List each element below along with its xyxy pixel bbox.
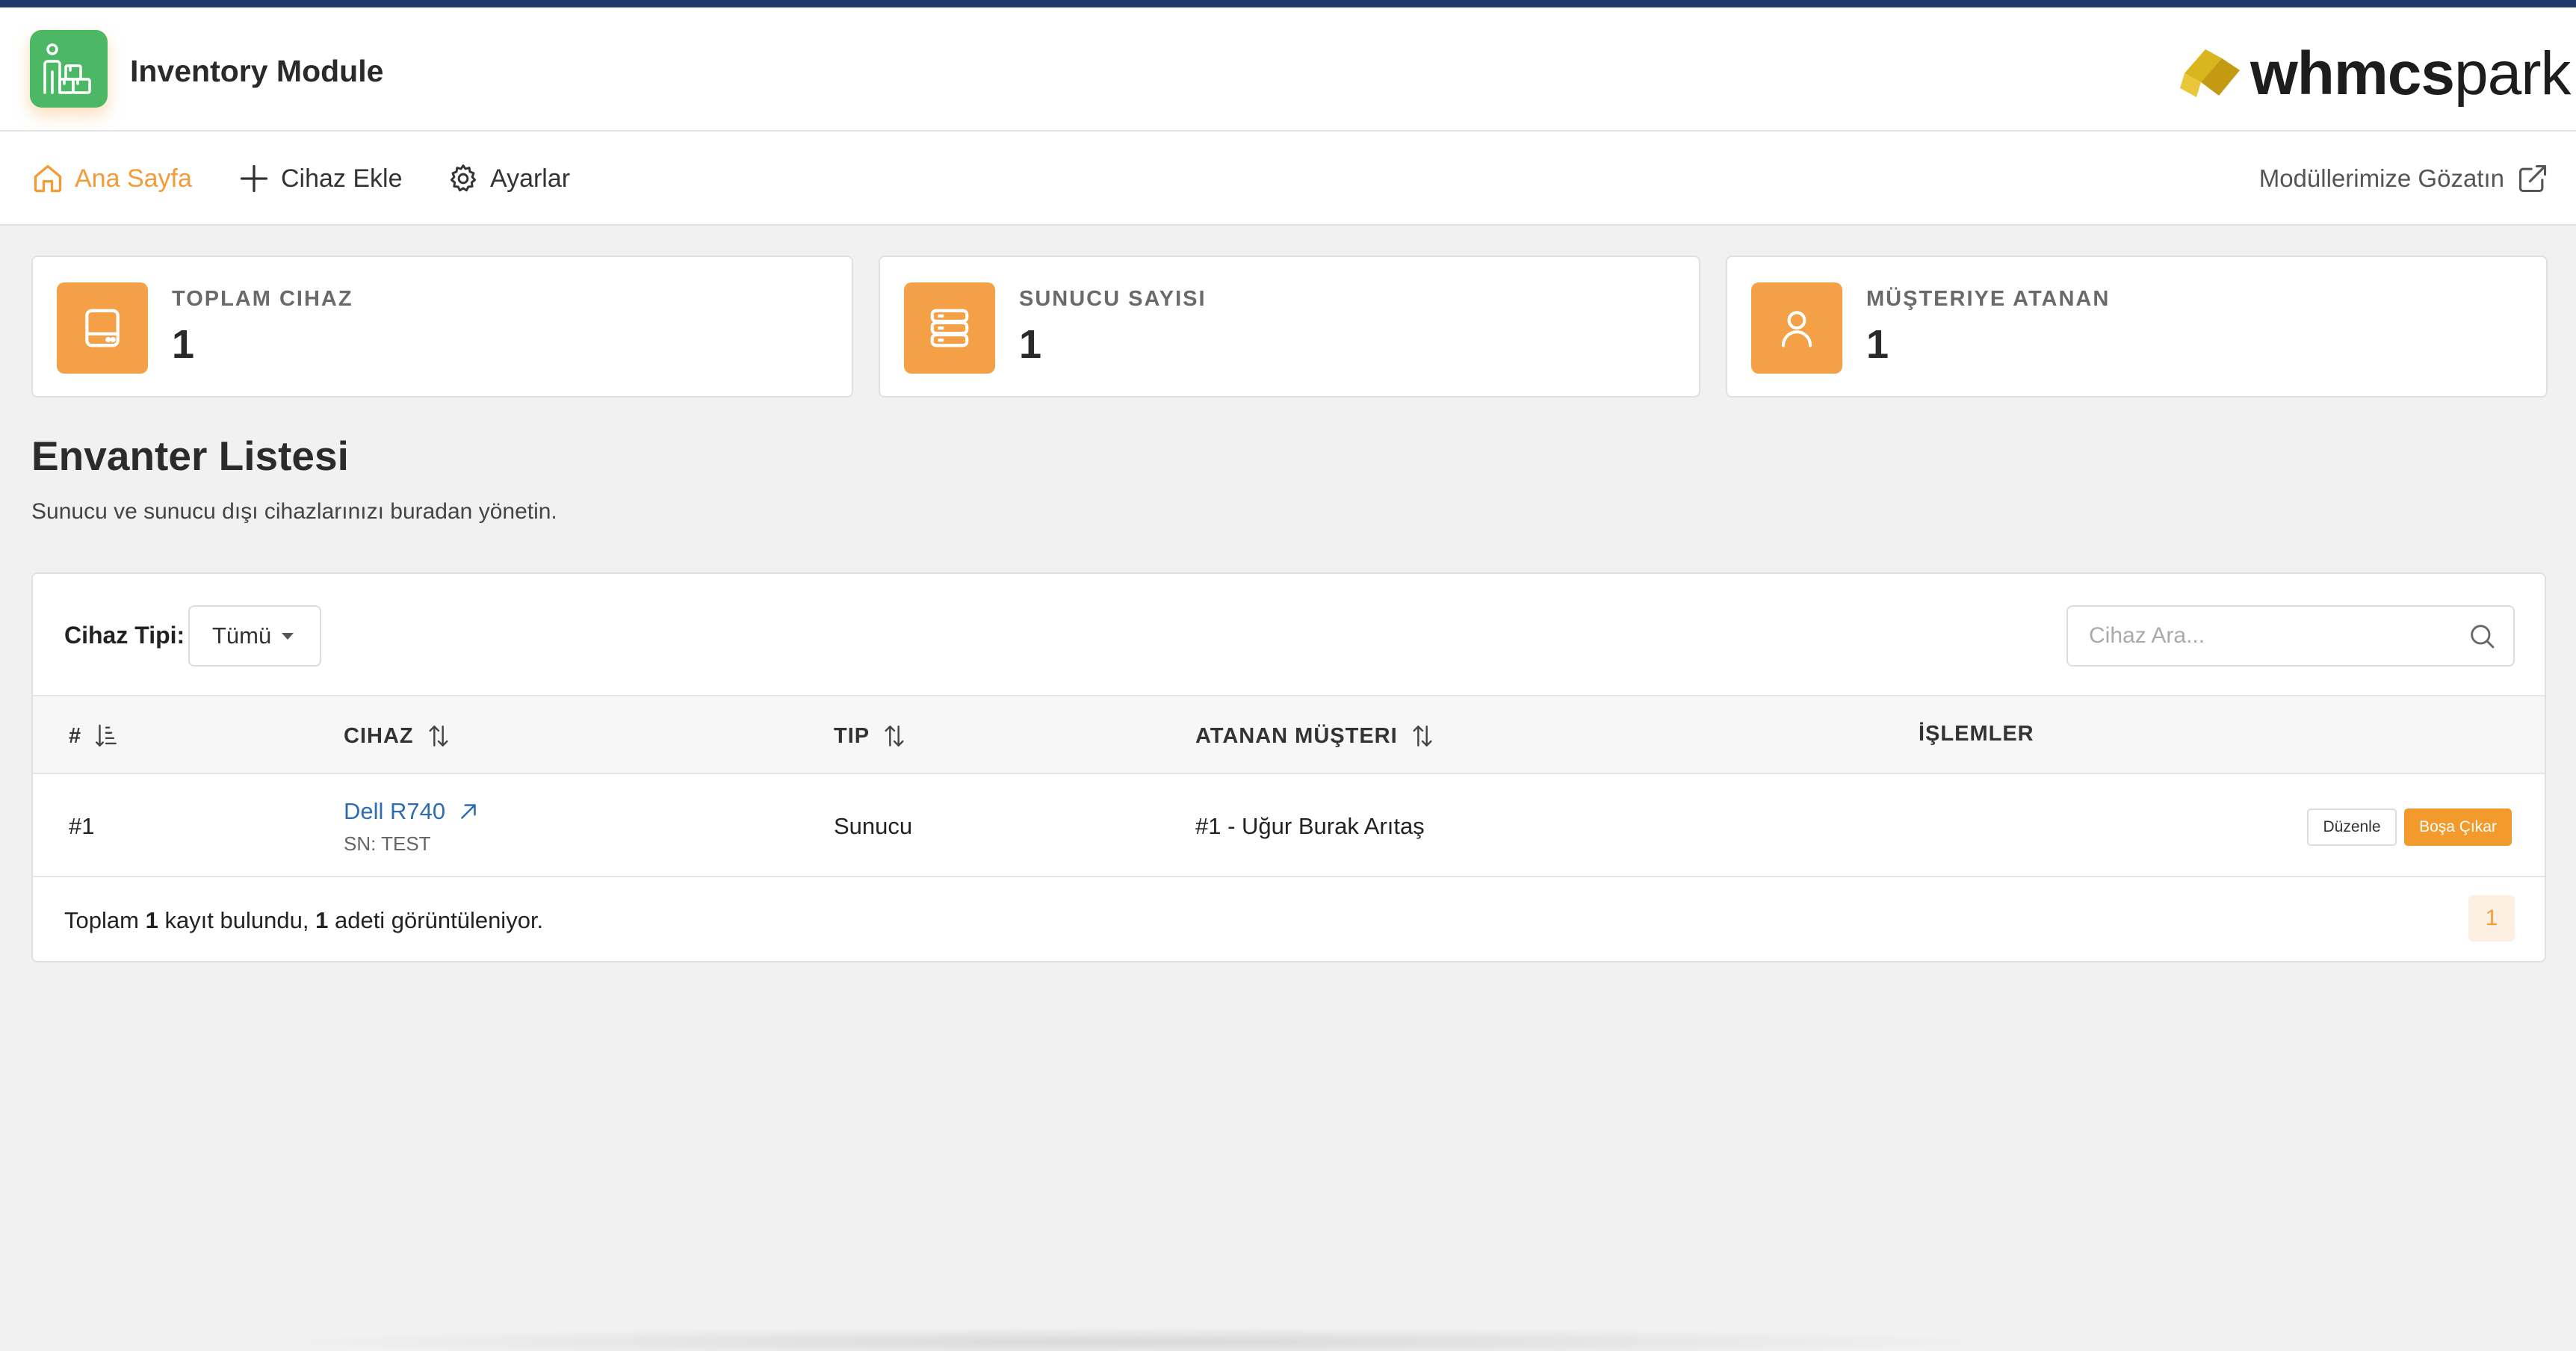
browse-modules-link[interactable]: Modüllerimize Gözatın <box>2259 160 2549 197</box>
whmcspark-logo-mark-icon <box>2180 49 2240 97</box>
device-type: Sunucu <box>834 813 913 839</box>
stat-value: 1 <box>172 322 195 367</box>
summary-total: 1 <box>145 907 158 933</box>
column-header-id-label: # <box>69 723 82 748</box>
main-nav: Ana Sayfa Cihaz Ekle Ayarlar Modüllerimi… <box>0 132 2576 226</box>
device-search-input[interactable] <box>2089 619 2447 653</box>
user-icon <box>1781 311 1812 347</box>
arrow-up-right-icon[interactable] <box>456 799 481 824</box>
top-accent-bar <box>0 0 2576 7</box>
column-header-actions: İŞLEMLER <box>1919 722 2034 746</box>
app-title: Inventory Module <box>130 54 384 88</box>
device-name[interactable]: Dell R740 <box>344 798 445 825</box>
pagination-summary: Toplam 1 kayıt bulundu, 1 adeti görüntül… <box>64 907 543 934</box>
table-header: # CIHAZ TIP ATANAN MÜŞTERI İŞLEMLER <box>33 695 2545 774</box>
pagination-page-1[interactable]: 1 <box>2468 895 2515 942</box>
stat-label: MÜŞTERIYE ATANAN <box>1866 287 2111 311</box>
device-serial: SN: TEST <box>344 832 431 855</box>
release-button[interactable]: Boşa Çıkar <box>2404 809 2512 846</box>
column-header-actions-label: İŞLEMLER <box>1919 722 2034 746</box>
stat-icon-box <box>57 282 148 374</box>
column-header-device[interactable]: CIHAZ <box>344 722 451 750</box>
stat-value: 1 <box>1019 322 1042 367</box>
nav-item-home-label: Ana Sayfa <box>75 164 192 193</box>
stat-icon-box <box>1751 282 1842 374</box>
column-header-assigned-customer[interactable]: ATANAN MÜŞTERI <box>1195 722 1435 750</box>
edit-button[interactable]: Düzenle <box>2307 809 2397 846</box>
column-header-type[interactable]: TIP <box>834 722 907 750</box>
device-icon <box>85 309 120 347</box>
nav-item-add-device[interactable]: Cihaz Ekle <box>238 160 403 197</box>
stat-value: 1 <box>1866 322 1889 367</box>
gear-icon <box>450 164 477 192</box>
bottom-shadow <box>247 1327 2025 1351</box>
inventory-app-icon <box>30 30 108 108</box>
summary-suffix: adeti görüntüleniyor. <box>334 907 544 933</box>
row-id: #1 <box>69 813 95 839</box>
caret-down-icon <box>282 632 294 640</box>
device-link[interactable]: Dell R740 <box>344 798 481 825</box>
stat-icon-box <box>904 282 995 374</box>
plus-icon <box>240 164 268 193</box>
stat-label: SUNUCU SAYISI <box>1019 287 1207 311</box>
assigned-customer: #1 - Uğur Burak Arıtaş <box>1195 813 1425 839</box>
column-header-device-label: CIHAZ <box>344 723 414 748</box>
stat-card-assigned-to-customer: MÜŞTERIYE ATANAN 1 <box>1726 256 2548 398</box>
sort-ascending-icon[interactable] <box>93 722 119 750</box>
whmcspark-logo[interactable]: whmcspark <box>2179 34 2572 109</box>
nav-item-settings-label: Ayarlar <box>490 164 571 193</box>
search-icon[interactable] <box>2467 621 2497 651</box>
stat-card-total-devices: TOPLAM CIHAZ 1 <box>31 256 853 398</box>
sort-icon[interactable] <box>1410 722 1435 750</box>
whmcspark-logo-text: whmcspark <box>2250 40 2572 108</box>
device-search <box>2066 605 2515 667</box>
app-header: Inventory Module whmcspark <box>0 7 2576 132</box>
external-link-icon <box>2518 164 2547 193</box>
device-type-filter-label: Cihaz Tipi: <box>64 622 185 649</box>
summary-middle: kayıt bulundu, <box>164 907 309 933</box>
summary-shown: 1 <box>315 907 329 933</box>
nav-item-add-device-label: Cihaz Ekle <box>281 164 403 193</box>
column-header-id[interactable]: # <box>69 722 119 750</box>
column-header-type-label: TIP <box>834 723 870 748</box>
server-icon <box>930 309 969 347</box>
summary-prefix: Toplam <box>64 907 139 933</box>
stat-card-server-count: SUNUCU SAYISI 1 <box>879 256 1700 398</box>
nav-item-settings[interactable]: Ayarlar <box>447 160 570 197</box>
device-type-select[interactable]: Tümü <box>188 605 321 667</box>
nav-item-home[interactable]: Ana Sayfa <box>31 160 192 197</box>
browse-modules-label: Modüllerimize Gözatın <box>2258 164 2504 192</box>
sort-icon[interactable] <box>882 722 907 750</box>
sort-icon[interactable] <box>426 722 451 750</box>
stat-label: TOPLAM CIHAZ <box>172 287 353 311</box>
home-icon <box>34 164 62 193</box>
column-header-assigned-customer-label: ATANAN MÜŞTERI <box>1195 723 1398 748</box>
inventory-table-panel: Cihaz Tipi: Tümü # CIHAZ TIP <box>31 572 2546 962</box>
page-title: Envanter Listesi <box>31 433 349 479</box>
device-type-selected: Tümü <box>212 622 272 649</box>
page-subtitle: Sunucu ve sunucu dışı cihazlarınızı bura… <box>31 499 557 524</box>
